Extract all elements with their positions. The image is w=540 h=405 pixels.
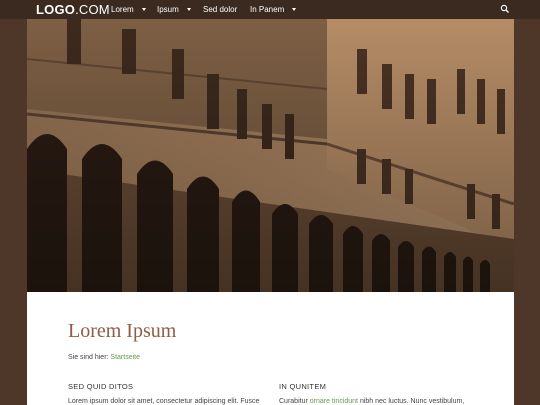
column-inline-link[interactable]: ornare tincidunt <box>310 398 358 405</box>
breadcrumb-prefix: Sie sind hier: <box>68 354 109 361</box>
column-heading-right: IN QUNITEM <box>279 382 327 391</box>
menu-item-in-panem[interactable]: In Panem <box>250 5 310 14</box>
menu-item-sed-dolor[interactable]: Sed dolor <box>203 5 250 14</box>
hero-image <box>27 19 514 292</box>
breadcrumb: Sie sind hier: Startseite <box>68 354 140 361</box>
breadcrumb-link-home[interactable]: Startseite <box>110 354 140 361</box>
building-facade-photo <box>27 19 514 292</box>
column-text-left: Lorem ipsum dolor sit amet, consectetur … <box>68 398 260 405</box>
caret-down-icon <box>292 8 297 11</box>
search-icon[interactable] <box>500 4 510 14</box>
caret-down-icon <box>186 8 191 11</box>
menu-item-lorem[interactable]: Lorem <box>111 5 157 14</box>
top-navbar: LOGO.COM Lorem Ipsum Sed dolor In Panem <box>0 0 540 19</box>
column-text-right: Curabitur ornare tincidunt nibh nec luct… <box>279 398 464 405</box>
column-heading-left: SED QUID DITOS <box>68 382 134 391</box>
main-content: Lorem Ipsum Sie sind hier: Startseite SE… <box>27 292 514 405</box>
column-text-part: nibh nec luctus. Nunc vestibulum, <box>359 398 465 405</box>
logo-bold-text: LOGO <box>36 2 76 17</box>
page-title: Lorem Ipsum <box>68 320 177 342</box>
menu-item-ipsum[interactable]: Ipsum <box>157 5 203 14</box>
logo[interactable]: LOGO.COM <box>36 2 110 17</box>
menu-item-label: Lorem <box>111 5 134 14</box>
logo-suffix-text: .COM <box>75 2 110 17</box>
menu-item-label: In Panem <box>250 5 285 14</box>
column-text-part: Curabitur <box>279 398 308 405</box>
caret-down-icon <box>141 8 146 11</box>
main-menu: Lorem Ipsum Sed dolor In Panem <box>111 0 310 19</box>
menu-item-label: Sed dolor <box>203 5 238 14</box>
menu-item-label: Ipsum <box>157 5 179 14</box>
